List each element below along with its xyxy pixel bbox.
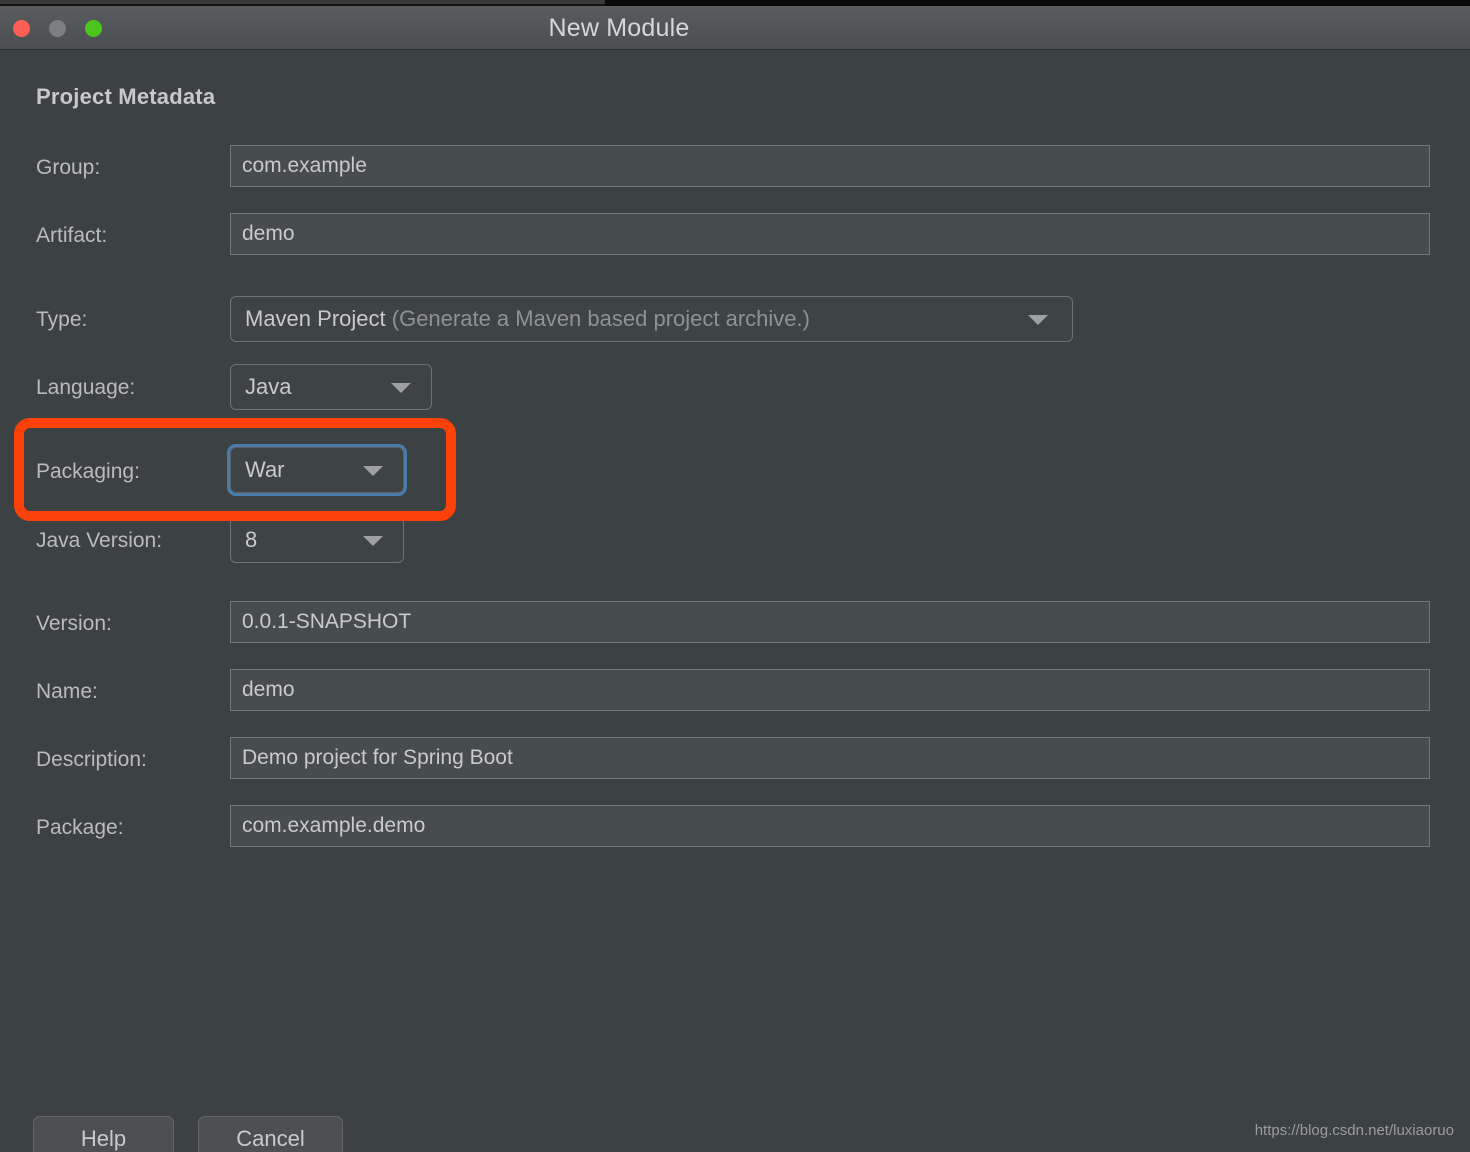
java-version-dropdown-value: 8 [245,527,258,552]
group-input[interactable]: com.example [230,145,1430,187]
watermark: https://blog.csdn.net/luxiaoruo [1254,1122,1454,1139]
language-dropdown-value: Java [245,374,292,399]
chevron-down-icon [363,466,383,476]
group-label: Group: [36,156,101,179]
artifact-input[interactable]: demo [230,213,1430,255]
chevron-down-icon [391,383,411,393]
chevron-down-icon [1028,315,1048,325]
java-version-dropdown[interactable]: 8 [230,517,404,563]
packaging-dropdown[interactable]: War [230,447,404,493]
packaging-dropdown-value: War [245,457,285,482]
section-title: Project Metadata [36,84,216,109]
description-label: Description: [36,748,147,771]
description-input[interactable]: Demo project for Spring Boot [230,737,1430,779]
help-button[interactable]: Help [33,1116,174,1152]
language-dropdown[interactable]: Java [230,364,432,410]
new-module-dialog: New Module Project Metadata Group: com.e… [0,0,1470,1152]
package-label: Package: [36,816,124,839]
dialog-body: Project Metadata Group: com.example Arti… [0,50,1470,1152]
type-dropdown[interactable]: Maven Project (Generate a Maven based pr… [230,296,1073,342]
window-title: New Module [548,14,690,42]
type-dropdown-hint: (Generate a Maven based project archive.… [391,306,810,331]
chevron-down-icon [363,536,383,546]
version-label: Version: [36,612,112,635]
artifact-label: Artifact: [36,224,108,247]
title-bar: New Module [0,6,1470,50]
name-input[interactable]: demo [230,669,1430,711]
packaging-label: Packaging: [36,460,140,483]
java-version-label: Java Version: [36,529,163,552]
version-input[interactable]: 0.0.1-SNAPSHOT [230,601,1430,643]
type-dropdown-value: Maven Project [245,306,386,331]
type-label: Type: [36,308,88,331]
cancel-button[interactable]: Cancel [198,1116,343,1152]
package-input[interactable]: com.example.demo [230,805,1430,847]
name-label: Name: [36,680,98,703]
language-label: Language: [36,376,136,399]
